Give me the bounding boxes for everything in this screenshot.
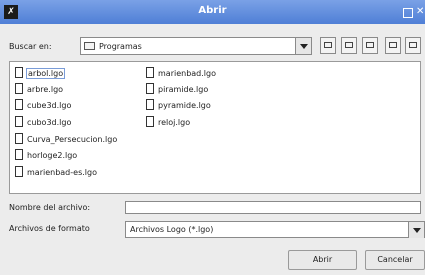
list-item[interactable]: reloj.lgo (146, 116, 190, 129)
cancel-button[interactable]: Cancelar (365, 250, 425, 270)
filename-label: Nombre del archivo: (9, 203, 91, 212)
list-item[interactable]: cubo3d.lgo (15, 116, 71, 129)
look-in-label: Buscar en: (9, 42, 52, 51)
chevron-down-icon[interactable] (408, 222, 424, 238)
list-view-icon (389, 42, 397, 48)
filename-input[interactable] (125, 201, 421, 214)
details-view-button[interactable] (405, 37, 421, 54)
look-in-value: Programas (99, 42, 142, 51)
file-list[interactable]: arbol.lgo arbre.lgo cube3d.lgo cubo3d.lg… (9, 61, 421, 194)
file-icon (146, 116, 154, 127)
new-folder-icon (366, 42, 374, 48)
home-button[interactable] (341, 37, 357, 54)
details-view-icon (409, 42, 417, 48)
filetype-combo[interactable]: Archivos Logo (*.lgo) (125, 221, 425, 238)
list-view-button[interactable] (385, 37, 401, 54)
file-icon (15, 99, 23, 110)
new-folder-button[interactable] (362, 37, 378, 54)
list-item[interactable]: horloge2.lgo (15, 149, 77, 162)
window-title: Abrir (198, 5, 227, 16)
file-icon (15, 116, 23, 127)
maximize-icon[interactable] (403, 8, 413, 18)
filetype-label: Archivos de formato (9, 224, 90, 233)
file-icon (146, 67, 154, 78)
filetype-value: Archivos Logo (*.lgo) (130, 225, 214, 234)
home-icon (345, 42, 353, 48)
folder-icon (84, 42, 95, 50)
look-in-combo[interactable]: Programas (80, 37, 312, 55)
list-item[interactable]: marienbad.lgo (146, 67, 216, 80)
file-icon (146, 99, 154, 110)
chevron-down-icon[interactable] (295, 38, 311, 54)
file-icon (15, 133, 23, 144)
up-folder-icon (324, 42, 332, 48)
list-item[interactable]: marienbad-es.lgo (15, 166, 97, 179)
file-icon (15, 149, 23, 160)
list-item[interactable]: pyramide.lgo (146, 99, 211, 112)
file-icon (15, 166, 23, 177)
open-button[interactable]: Abrir (288, 250, 357, 270)
file-icon (146, 83, 154, 94)
file-icon (15, 67, 23, 78)
list-item[interactable]: cube3d.lgo (15, 99, 71, 112)
list-item[interactable]: Curva_Persecucion.lgo (15, 133, 117, 146)
title-bar: ✗ Abrir ✕ (0, 0, 425, 24)
close-icon[interactable]: ✕ (416, 6, 424, 17)
list-item[interactable]: arbol.lgo (15, 67, 66, 80)
up-folder-button[interactable] (320, 37, 336, 54)
file-icon (15, 83, 23, 94)
list-item[interactable]: piramide.lgo (146, 83, 208, 96)
list-item[interactable]: arbre.lgo (15, 83, 63, 96)
